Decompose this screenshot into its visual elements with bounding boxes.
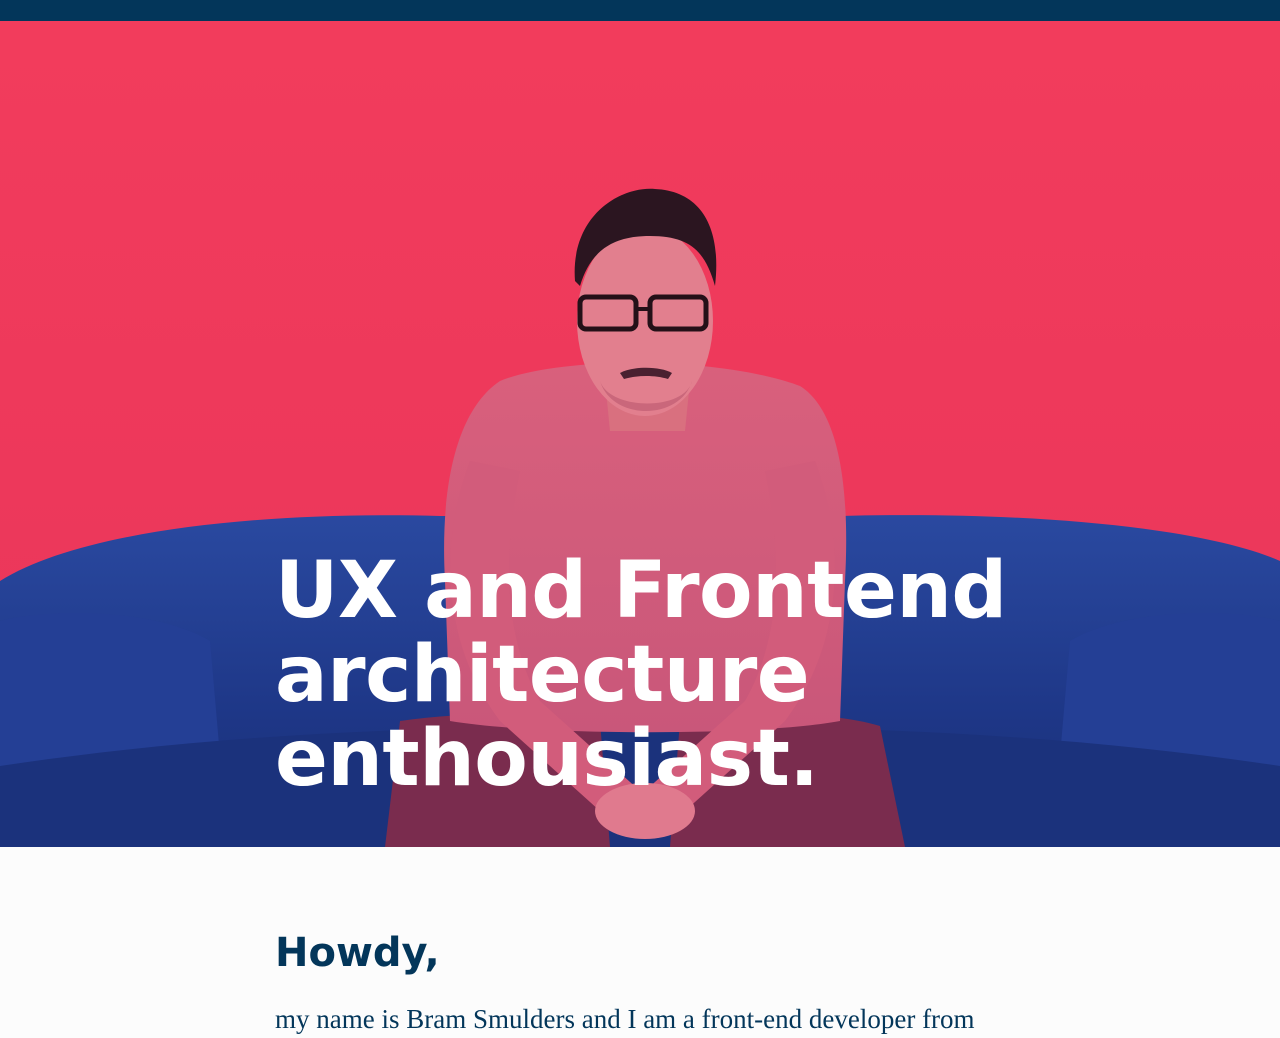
top-bar [0, 0, 1280, 21]
hero-title-line-3: enthousiast. [275, 714, 819, 804]
intro-paragraph: my name is Bram Smulders and I am a fron… [275, 1004, 975, 1034]
hero-section: UX and Frontend architecture enthousiast… [0, 21, 1280, 847]
hero-title-line-1: UX and Frontend [275, 546, 1007, 636]
hero-title: UX and Frontend architecture enthousiast… [275, 549, 1035, 801]
intro-heading: Howdy, [275, 930, 440, 976]
hero-title-line-2: architecture [275, 630, 810, 720]
